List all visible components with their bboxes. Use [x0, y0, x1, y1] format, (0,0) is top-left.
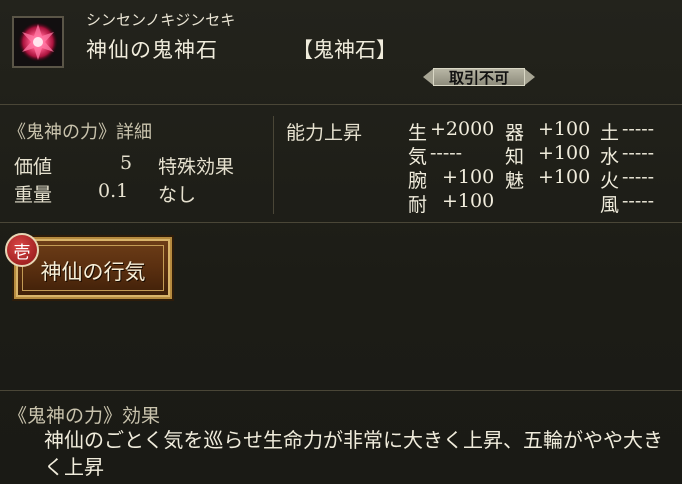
gem-icon: [18, 22, 58, 62]
skill-rank-text: 壱: [13, 243, 31, 263]
divider-bottom: [0, 390, 682, 391]
special-effect-label: 特殊効果: [158, 156, 235, 178]
stat-value-chi: +100: [538, 142, 591, 164]
value-number: 5: [120, 152, 133, 174]
item-furigana: シンセンノキジンセキ: [86, 11, 236, 29]
divider-top: [0, 104, 682, 105]
weight-label: 重量: [14, 184, 53, 206]
stat-value-wind: -----: [622, 190, 655, 212]
stat-name-wind: 風: [600, 194, 620, 216]
stat-value-tai: +100: [442, 190, 495, 212]
value-label: 価値: [14, 156, 53, 178]
stat-value-ki: -----: [430, 142, 463, 164]
stat-value-fire: -----: [622, 166, 655, 188]
skill-rank-seal-icon: 壱: [5, 233, 39, 267]
effect-title: 《鬼神の力》効果: [8, 405, 161, 427]
stat-name-mi: 魅: [505, 170, 525, 192]
stat-name-wan: 腕: [408, 170, 428, 192]
item-icon: [12, 16, 64, 68]
stat-name-earth: 土: [600, 122, 620, 144]
stat-value-wan: +100: [442, 166, 495, 188]
stat-name-ki: 気: [408, 146, 428, 168]
stat-value-water: -----: [622, 142, 655, 164]
stat-value-earth: -----: [622, 118, 655, 140]
trade-status-badge: 取引不可: [423, 66, 535, 88]
effect-description: 神仙のごとく気を巡らせ生命力が非常に大きく上昇、五輪がやや大きく上昇: [44, 428, 663, 479]
trade-status-text: 取引不可: [448, 69, 509, 87]
stat-value-ki-vessel: +100: [538, 118, 591, 140]
weight-number: 0.1: [98, 180, 129, 202]
details-title: 《鬼神の力》詳細: [8, 122, 152, 143]
item-name: 神仙の鬼神石: [86, 38, 218, 62]
divider-vertical: [273, 116, 274, 214]
stat-name-fire: 火: [600, 170, 620, 192]
stat-name-chi: 知: [505, 146, 525, 168]
item-tooltip-panel: シンセンノキジンセキ 神仙の鬼神石 【鬼神石】 取引不可 《鬼神の力》詳細 価値…: [0, 0, 682, 484]
item-type: 【鬼神石】: [292, 38, 397, 62]
divider-middle: [0, 222, 682, 223]
stat-name-water: 水: [600, 146, 620, 168]
skill-button-label: 神仙の行気: [40, 260, 146, 284]
ability-title: 能力上昇: [286, 122, 363, 144]
stat-name-tai: 耐: [408, 194, 428, 216]
special-effect-value: なし: [158, 184, 197, 206]
stat-value-sei: +2000: [430, 118, 495, 140]
stat-name-sei: 生: [408, 122, 428, 144]
stat-name-ki-vessel: 器: [505, 122, 525, 144]
stat-value-mi: +100: [538, 166, 591, 188]
